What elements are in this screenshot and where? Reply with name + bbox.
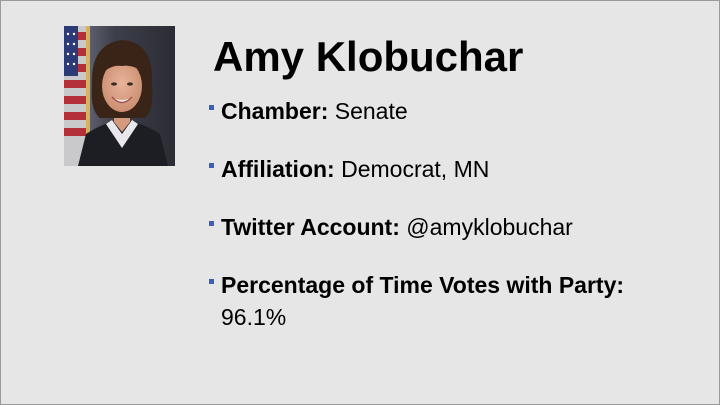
fact-label: Twitter Account: <box>221 214 400 240</box>
bullet-marker <box>209 105 214 110</box>
fact-affiliation: Affiliation: Democrat, MN <box>209 153 699 185</box>
fact-value: Democrat, MN <box>341 156 490 182</box>
fact-label: Affiliation: <box>221 156 335 182</box>
portrait-photo <box>64 26 175 166</box>
bullet-marker <box>209 221 214 226</box>
page-title: Amy Klobuchar <box>213 33 524 80</box>
portrait-image <box>64 26 175 166</box>
bullet-marker <box>209 163 214 168</box>
fact-value: @amyklobuchar <box>406 214 573 240</box>
fact-party-votes: Percentage of Time Votes with Party: 96.… <box>209 269 699 333</box>
fact-chamber: Chamber: Senate <box>209 95 699 127</box>
bullet-marker <box>209 279 214 284</box>
fact-value: Senate <box>334 98 408 124</box>
fact-value: 96.1% <box>221 304 287 330</box>
fact-twitter: Twitter Account: @amyklobuchar <box>209 211 699 243</box>
fact-label: Chamber: <box>221 98 329 124</box>
facts-list: Chamber: Senate Affiliation: Democrat, M… <box>209 95 699 333</box>
slide: Amy Klobuchar Chamber: Senate Affiliatio… <box>0 0 720 405</box>
fact-label: Percentage of Time Votes with Party: <box>221 272 625 298</box>
